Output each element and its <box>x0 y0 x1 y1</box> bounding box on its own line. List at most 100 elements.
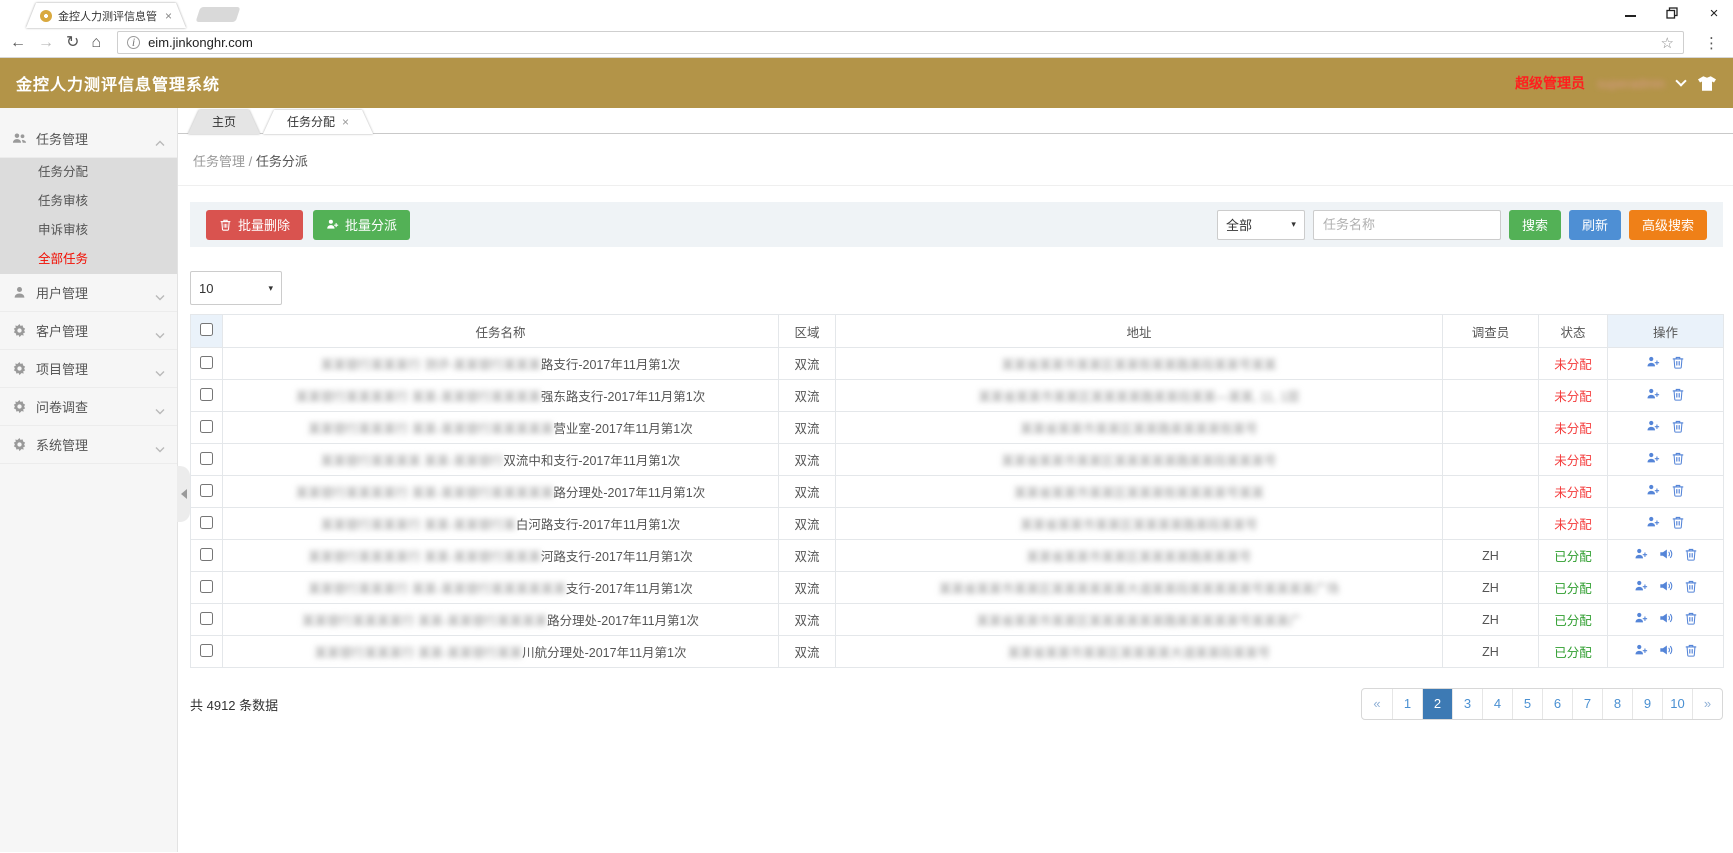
window-minimize-button[interactable] <box>1619 4 1641 22</box>
home-icon[interactable]: ⌂ <box>91 35 101 51</box>
delete-action-icon[interactable] <box>1684 547 1698 564</box>
status-badge: 已分配 <box>1554 550 1592 564</box>
announce-action-icon[interactable] <box>1659 611 1673 628</box>
actions-cell <box>1608 348 1724 380</box>
column-header-地址: 地址 <box>836 315 1443 348</box>
row-checkbox[interactable] <box>200 356 213 369</box>
status-filter-select[interactable]: 全部 ▾ <box>1217 210 1305 240</box>
announce-action-icon[interactable] <box>1659 547 1673 564</box>
sidebar-item-客户管理[interactable]: 客户管理 <box>0 312 177 350</box>
assign-action-icon[interactable] <box>1634 579 1648 596</box>
search-button[interactable]: 搜索 <box>1509 210 1561 240</box>
batch-delete-button[interactable]: 批量删除 <box>206 210 303 240</box>
page-tab-label: 主页 <box>212 110 236 134</box>
delete-action-icon[interactable] <box>1671 419 1685 436</box>
sidebar-subitem-申诉审核[interactable]: 申诉审核 <box>0 216 177 245</box>
url-text[interactable]: eim.jinkonghr.com <box>148 35 1652 50</box>
row-checkbox[interactable] <box>200 484 213 497</box>
delete-action-icon[interactable] <box>1671 515 1685 532</box>
delete-action-icon[interactable] <box>1671 483 1685 500</box>
chevron-down-icon[interactable] <box>1675 75 1686 86</box>
pagination-page-2[interactable]: 2 <box>1422 689 1452 719</box>
forward-icon[interactable]: → <box>38 35 54 51</box>
breadcrumb-parent[interactable]: 任务管理 <box>193 154 245 169</box>
assign-action-icon[interactable] <box>1646 515 1660 532</box>
row-checkbox-cell <box>191 476 223 508</box>
row-checkbox[interactable] <box>200 644 213 657</box>
sidebar-item-系统管理[interactable]: 系统管理 <box>0 426 177 464</box>
sidebar-item-任务管理[interactable]: 任务管理 <box>0 120 177 158</box>
pagination-page-4[interactable]: 4 <box>1482 689 1512 719</box>
task-name-search-input[interactable] <box>1313 210 1501 240</box>
delete-action-icon[interactable] <box>1671 451 1685 468</box>
delete-action-icon[interactable] <box>1671 387 1685 404</box>
new-tab-button[interactable] <box>196 7 241 22</box>
page-tab-主页[interactable]: 主页 <box>188 110 260 134</box>
row-checkbox[interactable] <box>200 420 213 433</box>
select-all-checkbox[interactable] <box>200 323 213 336</box>
window-close-button[interactable]: × <box>1703 4 1725 22</box>
pagination-prev[interactable]: « <box>1362 689 1392 719</box>
advanced-search-button[interactable]: 高级搜索 <box>1629 210 1707 240</box>
username-blurred[interactable]: superadmin <box>1597 76 1665 91</box>
window-restore-button[interactable] <box>1661 4 1683 22</box>
delete-action-icon[interactable] <box>1671 355 1685 372</box>
sidebar-subitem-任务分配[interactable]: 任务分配 <box>0 158 177 187</box>
pagination-page-1[interactable]: 1 <box>1392 689 1422 719</box>
pagination-page-7[interactable]: 7 <box>1572 689 1602 719</box>
assign-action-icon[interactable] <box>1646 451 1660 468</box>
surveyor-cell: ZH <box>1443 540 1539 572</box>
pagination-page-3[interactable]: 3 <box>1452 689 1482 719</box>
region-cell: 双流 <box>779 348 836 380</box>
sidebar-item-问卷调查[interactable]: 问卷调查 <box>0 388 177 426</box>
announce-action-icon[interactable] <box>1659 579 1673 596</box>
delete-action-icon[interactable] <box>1684 611 1698 628</box>
row-checkbox[interactable] <box>200 516 213 529</box>
refresh-icon[interactable]: ↻ <box>66 35 79 51</box>
assign-action-icon[interactable] <box>1634 547 1648 564</box>
row-checkbox[interactable] <box>200 580 213 593</box>
assign-action-icon[interactable] <box>1646 483 1660 500</box>
tab-close-icon[interactable]: × <box>165 9 172 23</box>
pagination-page-5[interactable]: 5 <box>1512 689 1542 719</box>
task-name-blurred: 某某银行某某某行 某某-某某银行某某某某某 <box>308 422 553 436</box>
sidebar-item-用户管理[interactable]: 用户管理 <box>0 274 177 312</box>
assign-action-icon[interactable] <box>1646 419 1660 436</box>
surveyor-cell <box>1443 348 1539 380</box>
row-checkbox[interactable] <box>200 548 213 561</box>
sidebar-item-项目管理[interactable]: 项目管理 <box>0 350 177 388</box>
assign-action-icon[interactable] <box>1646 387 1660 404</box>
assign-action-icon[interactable] <box>1634 611 1648 628</box>
delete-action-icon[interactable] <box>1684 643 1698 660</box>
browser-menu-icon[interactable]: ⋮ <box>1700 34 1723 52</box>
url-field[interactable]: i eim.jinkonghr.com ☆ <box>117 31 1684 54</box>
info-icon[interactable]: i <box>127 36 140 49</box>
sidebar-collapse-handle[interactable] <box>177 466 190 522</box>
status-badge: 未分配 <box>1554 486 1592 500</box>
region-cell: 双流 <box>779 476 836 508</box>
row-checkbox[interactable] <box>200 388 213 401</box>
pagination-page-8[interactable]: 8 <box>1602 689 1632 719</box>
page-tab-close-icon[interactable]: × <box>342 110 349 134</box>
pagination-page-9[interactable]: 9 <box>1632 689 1662 719</box>
row-checkbox-cell <box>191 540 223 572</box>
page-tab-任务分配[interactable]: 任务分配× <box>263 110 373 134</box>
assign-action-icon[interactable] <box>1646 355 1660 372</box>
back-icon[interactable]: ← <box>10 35 26 51</box>
table-row: 某某银行某某某行 某某-某某银行某白河路支行-2017年11月第1次双流某某省某… <box>191 508 1724 540</box>
pagination-page-6[interactable]: 6 <box>1542 689 1572 719</box>
shirt-icon[interactable] <box>1697 75 1717 92</box>
pagination-page-10[interactable]: 10 <box>1662 689 1692 719</box>
pagination-next[interactable]: » <box>1692 689 1722 719</box>
delete-action-icon[interactable] <box>1684 579 1698 596</box>
announce-action-icon[interactable] <box>1659 643 1673 660</box>
assign-action-icon[interactable] <box>1634 643 1648 660</box>
sidebar-subitem-任务审核[interactable]: 任务审核 <box>0 187 177 216</box>
row-checkbox[interactable] <box>200 452 213 465</box>
row-checkbox[interactable] <box>200 612 213 625</box>
sidebar-subitem-全部任务[interactable]: 全部任务 <box>0 245 177 274</box>
page-size-select[interactable]: 10 ▾ <box>190 271 282 305</box>
batch-assign-button[interactable]: 批量分派 <box>313 210 410 240</box>
refresh-button[interactable]: 刷新 <box>1569 210 1621 240</box>
bookmark-star-icon[interactable]: ☆ <box>1661 34 1674 52</box>
